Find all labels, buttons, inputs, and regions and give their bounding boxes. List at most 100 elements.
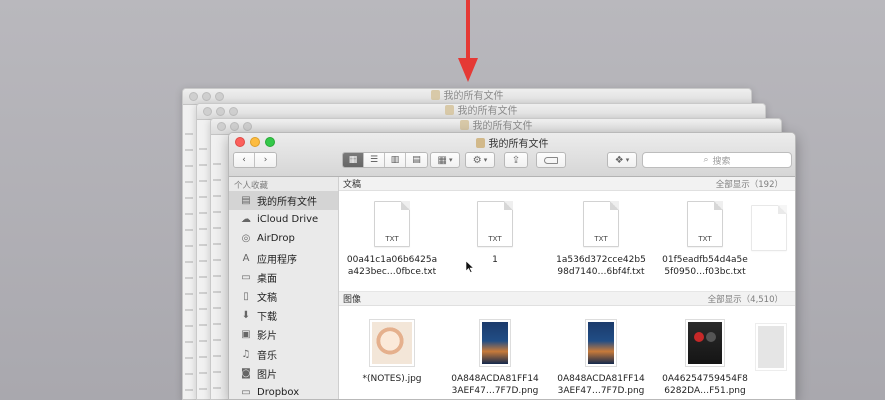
forward-button[interactable]: › bbox=[255, 153, 276, 167]
grid-icon: ▦ bbox=[348, 155, 358, 165]
group-title: 图像 bbox=[343, 295, 362, 305]
show-all-images-link[interactable]: 全部显示（4,510） bbox=[708, 293, 783, 305]
file-item-partial[interactable] bbox=[749, 205, 789, 251]
document-files: TXT 00a41c1a06b6425a a423bec…0fbce.txt TX… bbox=[339, 191, 795, 292]
tag-button[interactable] bbox=[536, 152, 566, 168]
file-item[interactable]: TXT 01f5eadfb54d4a5e 5f0950…f03bc.txt bbox=[655, 201, 755, 278]
list-view-button[interactable]: ☰ bbox=[364, 153, 385, 167]
file-name: 1a536d372cce42b5 bbox=[556, 255, 646, 265]
txt-file-icon: TXT bbox=[583, 201, 619, 247]
file-name: *(NOTES).jpg bbox=[362, 374, 422, 384]
txt-file-icon: TXT bbox=[477, 201, 513, 247]
share-icon: ⇪ bbox=[511, 154, 521, 166]
movies-icon: ▣ bbox=[241, 329, 251, 341]
file-name: 5f0950…f03bc.txt bbox=[664, 267, 746, 277]
image-thumbnail bbox=[586, 320, 616, 366]
applications-icon: A bbox=[242, 252, 250, 264]
documents-icon: ▯ bbox=[243, 291, 249, 303]
red-arrow-annotation bbox=[458, 0, 478, 84]
sidebar-item-pictures[interactable]: ◙ 图片 bbox=[229, 364, 338, 383]
sidebar: 个人收藏 ▤ 我的所有文件 ☁ iCloud Drive ◎ AirDrop A 应用程… bbox=[229, 177, 339, 399]
dropbox-icon: ▭ bbox=[241, 386, 251, 398]
file-item[interactable]: *(NOTES).jpg bbox=[342, 320, 442, 385]
action-button[interactable]: ⚙ ▾ bbox=[465, 152, 495, 168]
view-mode-buttons: ▦ ☰ ▥ ▤ bbox=[342, 152, 428, 168]
group-header-images: 图像 全部显示（4,510） bbox=[339, 292, 795, 306]
file-name: 0A848ACDA81FF14 bbox=[451, 374, 539, 384]
file-browser: 文稿 全部显示（192） TXT 00a41c1a06b6425a a423bec… bbox=[339, 177, 795, 399]
folder-icon bbox=[430, 90, 440, 100]
file-name: 0A46254759454F8 bbox=[662, 374, 748, 384]
sidebar-item-documents[interactable]: ▯ 文稿 bbox=[229, 287, 338, 306]
airdrop-icon: ◎ bbox=[241, 233, 251, 245]
file-item[interactable]: 0A46254759454F8 6282DA…F51.png bbox=[655, 320, 755, 397]
camera-icon: ◙ bbox=[241, 367, 251, 379]
search-placeholder: 搜索 bbox=[712, 156, 731, 167]
group-title: 文稿 bbox=[343, 180, 362, 190]
file-item[interactable]: 0A848ACDA81FF14 3AEF47…7F7D.png bbox=[445, 320, 545, 397]
mouse-cursor-icon bbox=[466, 261, 474, 273]
arrange-button[interactable]: ▦ ▾ bbox=[430, 152, 460, 168]
coverflow-view-button[interactable]: ▤ bbox=[406, 153, 427, 167]
toolbar: 我的所有文件 ‹ › ▦ ☰ ▥ ▤ ▦ ▾ ⚙ ▾ ⇪ ❖ ▾ ⌕ 搜索 bbox=[229, 133, 795, 177]
cloud-icon: ☁ bbox=[241, 214, 251, 226]
file-name: 0A848ACDA81FF14 bbox=[557, 374, 645, 384]
all-files-icon: ▤ bbox=[241, 195, 251, 207]
file-name: 01f5eadfb54d4a5e bbox=[662, 255, 748, 265]
window-title: 我的所有文件 bbox=[229, 135, 795, 150]
gear-icon: ⚙ bbox=[472, 154, 482, 166]
sidebar-item-desktop[interactable]: ▭ 桌面 bbox=[229, 268, 338, 287]
file-item[interactable]: TXT 00a41c1a06b6425a a423bec…0fbce.txt bbox=[342, 201, 442, 278]
file-item[interactable]: 0A848ACDA81FF14 3AEF47…7F7D.png bbox=[551, 320, 651, 397]
chevron-down-icon: ▾ bbox=[625, 156, 630, 164]
dropbox-button[interactable]: ❖ ▾ bbox=[607, 152, 637, 168]
sidebar-item-dropbox[interactable]: ▭ Dropbox bbox=[229, 383, 338, 399]
folder-icon bbox=[459, 120, 469, 130]
list-icon: ☰ bbox=[369, 155, 379, 165]
music-icon: ♫ bbox=[241, 348, 251, 360]
chevron-right-icon: › bbox=[263, 155, 268, 165]
tag-icon bbox=[544, 156, 558, 164]
file-item[interactable]: TXT 1 bbox=[445, 201, 545, 266]
background-window-title: 我的所有文件 bbox=[443, 91, 504, 102]
back-button[interactable]: ‹ bbox=[234, 153, 255, 167]
group-header-documents: 文稿 全部显示（192） bbox=[339, 177, 795, 191]
file-name: a423bec…0fbce.txt bbox=[347, 267, 437, 277]
column-view-button[interactable]: ▥ bbox=[385, 153, 406, 167]
folder-icon bbox=[475, 138, 485, 148]
sidebar-item-icloud-drive[interactable]: ☁ iCloud Drive bbox=[229, 210, 338, 229]
dropbox-icon: ❖ bbox=[614, 154, 624, 166]
file-name: 98d7140…6bf4f.txt bbox=[557, 267, 645, 277]
txt-file-icon: TXT bbox=[687, 201, 723, 247]
file-item-partial[interactable] bbox=[751, 324, 791, 370]
background-window-title: 我的所有文件 bbox=[472, 121, 533, 132]
image-thumbnail bbox=[370, 320, 414, 366]
folder-icon bbox=[444, 105, 454, 115]
show-all-documents-link[interactable]: 全部显示（192） bbox=[716, 178, 783, 190]
search-field[interactable]: ⌕ 搜索 bbox=[642, 152, 792, 168]
txt-file-icon bbox=[751, 205, 787, 251]
chevron-left-icon: ‹ bbox=[242, 155, 246, 165]
share-button[interactable]: ⇪ bbox=[504, 152, 528, 168]
coverflow-icon: ▤ bbox=[412, 155, 421, 165]
download-icon: ⬇ bbox=[241, 310, 251, 322]
image-thumbnail bbox=[756, 324, 786, 370]
image-thumbnail bbox=[686, 320, 724, 366]
arrange-grid-icon: ▦ bbox=[437, 154, 447, 166]
sidebar-item-applications[interactable]: A 应用程序 bbox=[229, 249, 338, 268]
chevron-down-icon: ▾ bbox=[483, 156, 488, 164]
icon-view-button[interactable]: ▦ bbox=[343, 153, 364, 167]
sidebar-item-downloads[interactable]: ⬇ 下载 bbox=[229, 306, 338, 325]
sidebar-item-music[interactable]: ♫ 音乐 bbox=[229, 345, 338, 364]
file-name: 00a41c1a06b6425a bbox=[346, 255, 438, 265]
sidebar-item-all-files[interactable]: ▤ 我的所有文件 bbox=[229, 191, 338, 211]
columns-icon: ▥ bbox=[390, 155, 400, 165]
file-item[interactable]: TXT 1a536d372cce42b5 98d7140…6bf4f.txt bbox=[551, 201, 651, 278]
image-thumbnail bbox=[480, 320, 510, 366]
background-window-title: 我的所有文件 bbox=[457, 106, 518, 117]
file-name: 3AEF47…7F7D.png bbox=[557, 386, 645, 396]
file-name: 6282DA…F51.png bbox=[664, 386, 746, 396]
sidebar-item-movies[interactable]: ▣ 影片 bbox=[229, 325, 338, 344]
finder-window[interactable]: 我的所有文件 ‹ › ▦ ☰ ▥ ▤ ▦ ▾ ⚙ ▾ ⇪ ❖ ▾ ⌕ 搜索 个人… bbox=[228, 132, 796, 400]
sidebar-item-airdrop[interactable]: ◎ AirDrop bbox=[229, 229, 338, 248]
